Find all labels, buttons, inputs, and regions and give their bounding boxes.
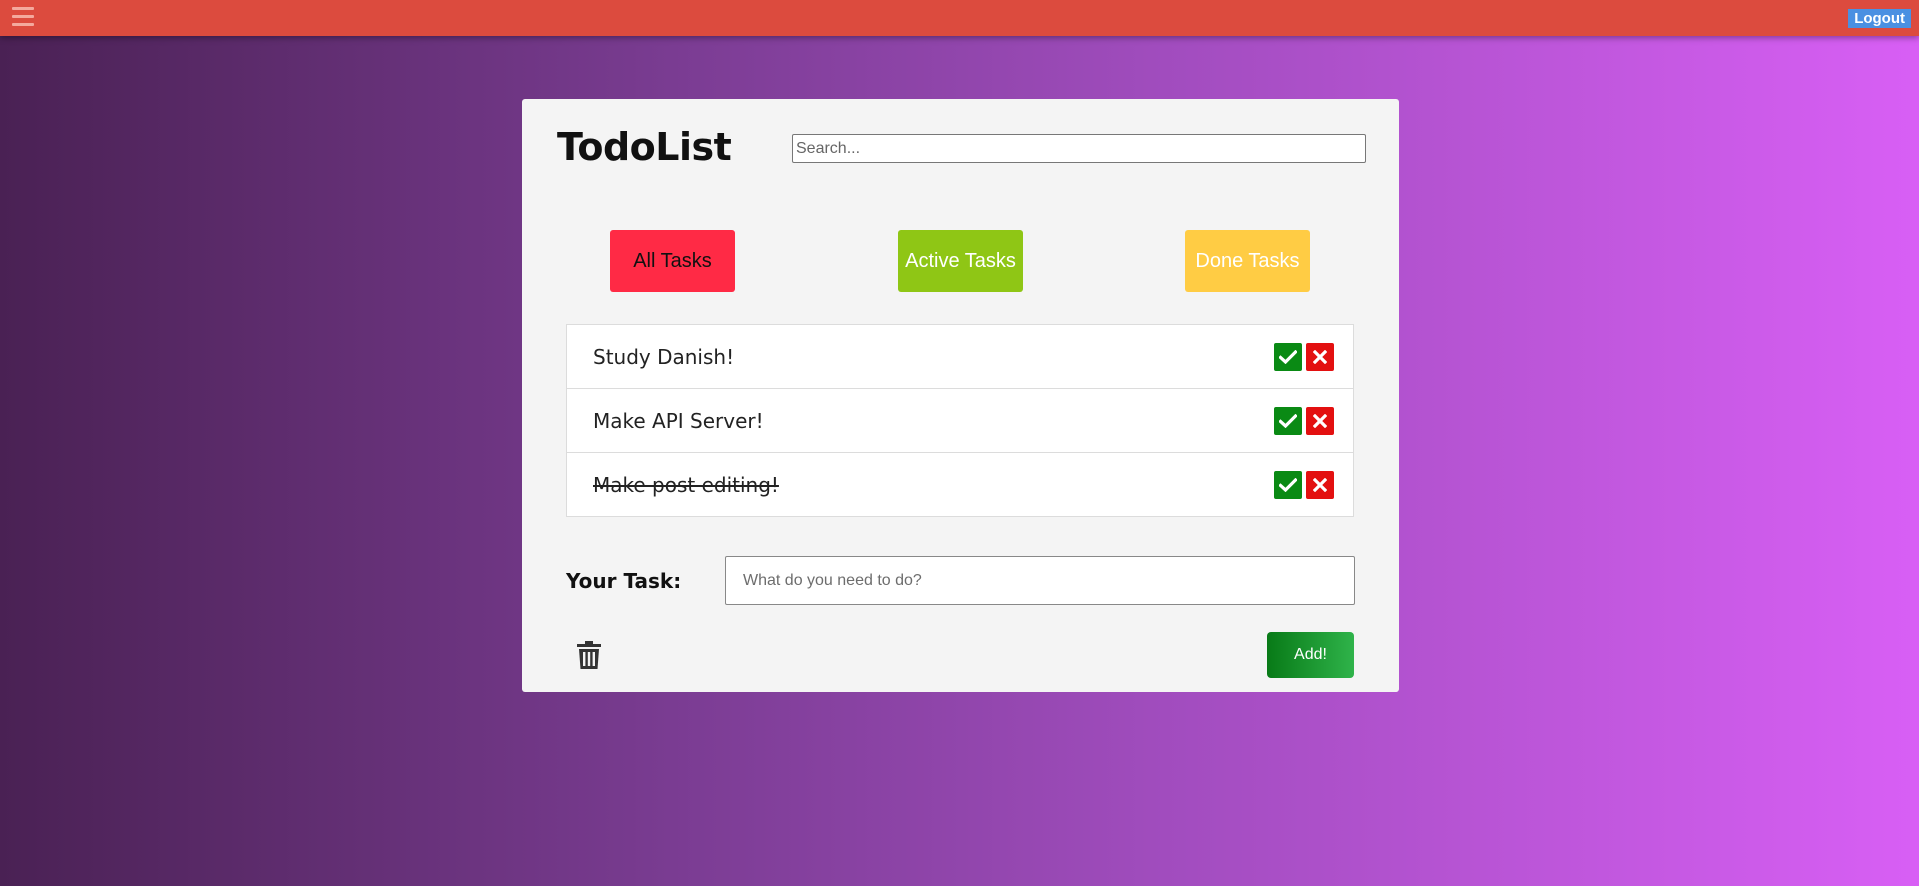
check-icon[interactable] (1274, 470, 1302, 499)
search-input[interactable] (792, 134, 1366, 163)
task-actions (1274, 406, 1334, 435)
task-item: Study Danish! (566, 324, 1354, 389)
task-actions (1274, 342, 1334, 371)
task-list: Study Danish! Make API Server! Make post… (566, 324, 1354, 517)
x-icon[interactable] (1306, 342, 1334, 371)
page-title: TodoList (557, 125, 732, 169)
task-item: Make API Server! (566, 388, 1354, 453)
your-task-label: Your Task: (566, 569, 682, 593)
hamburger-menu-icon[interactable] (12, 7, 34, 27)
x-icon[interactable] (1306, 470, 1334, 499)
task-text: Make API Server! (593, 408, 764, 433)
new-task-input[interactable] (725, 556, 1355, 605)
done-tasks-button[interactable]: Done Tasks (1185, 230, 1310, 292)
check-icon[interactable] (1274, 342, 1302, 371)
task-text: Make post editing! (593, 472, 779, 497)
x-icon[interactable] (1306, 406, 1334, 435)
add-button[interactable]: Add! (1267, 632, 1354, 678)
task-text: Study Danish! (593, 344, 735, 369)
trash-icon[interactable] (577, 641, 601, 669)
task-item: Make post editing! (566, 452, 1354, 517)
logout-button[interactable]: Logout (1848, 9, 1911, 28)
todo-card: TodoList All Tasks Active Tasks Done Tas… (522, 99, 1399, 692)
top-bar: Logout (0, 0, 1919, 36)
check-icon[interactable] (1274, 406, 1302, 435)
all-tasks-button[interactable]: All Tasks (610, 230, 735, 292)
task-actions (1274, 470, 1334, 499)
active-tasks-button[interactable]: Active Tasks (898, 230, 1023, 292)
